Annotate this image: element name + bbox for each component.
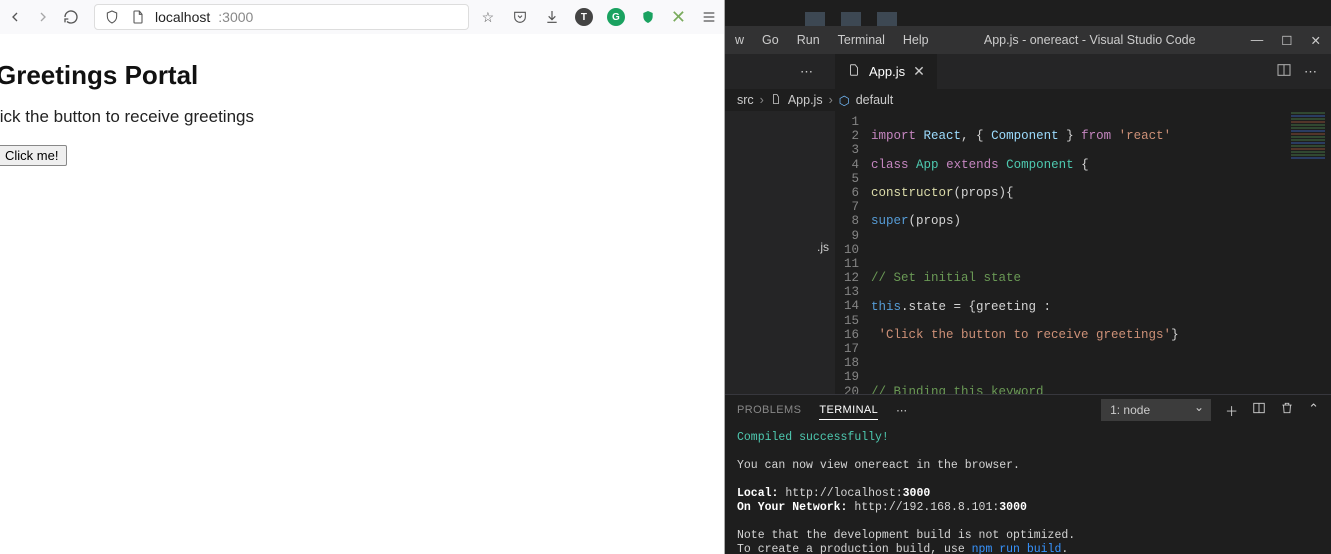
taskbar-thumbs <box>725 0 1331 26</box>
symbol-icon: ⬡ <box>839 93 850 108</box>
chevron-right-icon: › <box>760 93 764 107</box>
vscode-titlebar: w Go Run Terminal Help App.js - onereact… <box>725 26 1331 54</box>
ext-t-icon[interactable]: T <box>575 8 593 26</box>
star-icon[interactable]: ☆ <box>479 8 497 26</box>
new-terminal-icon[interactable]: ＋ <box>1225 401 1238 420</box>
pocket-icon[interactable] <box>511 8 529 26</box>
back-icon[interactable] <box>6 8 24 26</box>
browser-window: localhost :3000 ☆ T G ✕ Greetings Portal … <box>0 0 725 554</box>
url-port: :3000 <box>218 9 253 25</box>
terminal-output[interactable]: Compiled successfully! You can now view … <box>725 425 1331 554</box>
terminal-select[interactable]: 1: node <box>1101 399 1211 421</box>
tab-left: ⋯ <box>725 54 835 89</box>
file-icon <box>770 93 782 108</box>
click-me-button[interactable]: Click me! <box>0 145 67 166</box>
sidebar-sliver: .js <box>725 111 835 394</box>
trash-icon[interactable] <box>1280 401 1294 420</box>
menu-help[interactable]: Help <box>903 33 929 47</box>
bc-folder: src <box>737 93 754 107</box>
menu-run[interactable]: Run <box>797 33 820 47</box>
url-host: localhost <box>155 9 210 25</box>
menu-view[interactable]: w <box>735 33 744 47</box>
more-icon[interactable]: ⋯ <box>800 64 815 80</box>
tab-terminal[interactable]: TERMINAL <box>819 404 878 420</box>
reload-icon[interactable] <box>62 8 80 26</box>
forward-icon[interactable] <box>34 8 52 26</box>
chevron-right-icon: › <box>829 93 833 107</box>
tab-close-icon[interactable]: ✕ <box>913 63 925 80</box>
sidebar-file-label: .js <box>817 240 829 254</box>
thumb <box>841 12 861 26</box>
bc-file: App.js <box>788 93 823 107</box>
download-icon[interactable] <box>543 8 561 26</box>
vscode-window: w Go Run Terminal Help App.js - onereact… <box>725 0 1331 554</box>
tab-appjs[interactable]: App.js ✕ <box>835 54 938 89</box>
maximize-icon[interactable]: ☐ <box>1281 33 1292 48</box>
breadcrumb[interactable]: src › App.js › ⬡ default <box>725 89 1331 111</box>
more-icon[interactable]: ⋯ <box>896 404 909 417</box>
minimap[interactable] <box>1285 111 1331 394</box>
ext-g-icon[interactable]: G <box>607 8 625 26</box>
menu-bar: w Go Run Terminal Help <box>735 33 929 47</box>
editor-area: .js 1234567891011121314151617181920 impo… <box>725 111 1331 394</box>
page-subtext: lick the button to receive greetings <box>0 107 724 127</box>
page-content: Greetings Portal lick the button to rece… <box>0 34 724 166</box>
page-icon <box>129 8 147 26</box>
file-icon <box>847 63 861 80</box>
tab-label: App.js <box>869 64 905 79</box>
shield-outline-icon <box>103 8 121 26</box>
split-editor-icon[interactable] <box>1276 62 1292 81</box>
split-terminal-icon[interactable] <box>1252 401 1266 420</box>
chevron-up-icon[interactable]: ⌃ <box>1308 401 1319 420</box>
thumb <box>805 12 825 26</box>
toolbar-right: ☆ T G ✕ <box>479 7 718 28</box>
minimize-icon[interactable]: — <box>1251 33 1264 48</box>
menu-go[interactable]: Go <box>762 33 779 47</box>
code-editor[interactable]: 1234567891011121314151617181920 import R… <box>835 111 1331 394</box>
line-gutter: 1234567891011121314151617181920 <box>835 111 871 394</box>
tab-problems[interactable]: PROBLEMS <box>737 404 801 416</box>
shield-green-icon[interactable] <box>639 8 657 26</box>
thumb <box>877 12 897 26</box>
browser-toolbar: localhost :3000 ☆ T G ✕ <box>0 0 724 34</box>
more-icon[interactable]: ⋯ <box>1304 64 1319 80</box>
window-controls: — ☐ ✕ <box>1251 33 1321 48</box>
panel-tabs: PROBLEMS TERMINAL ⋯ 1: node ＋ ⌃ <box>725 395 1331 425</box>
editor-tabs: ⋯ App.js ✕ ⋯ <box>725 54 1331 89</box>
page-heading: Greetings Portal <box>0 60 724 91</box>
hamburger-icon[interactable] <box>700 8 718 26</box>
menu-terminal[interactable]: Terminal <box>838 33 885 47</box>
window-title: App.js - onereact - Visual Studio Code <box>929 33 1251 47</box>
url-bar[interactable]: localhost :3000 <box>94 4 469 30</box>
close-icon[interactable]: ✕ <box>1311 33 1321 48</box>
tab-actions: ⋯ <box>938 54 1331 89</box>
bottom-panel: PROBLEMS TERMINAL ⋯ 1: node ＋ ⌃ Compiled… <box>725 394 1331 554</box>
code-content: import React, { Component } from 'react'… <box>871 111 1216 394</box>
bc-symbol: default <box>856 93 894 107</box>
ext-x-icon[interactable]: ✕ <box>671 7 686 28</box>
